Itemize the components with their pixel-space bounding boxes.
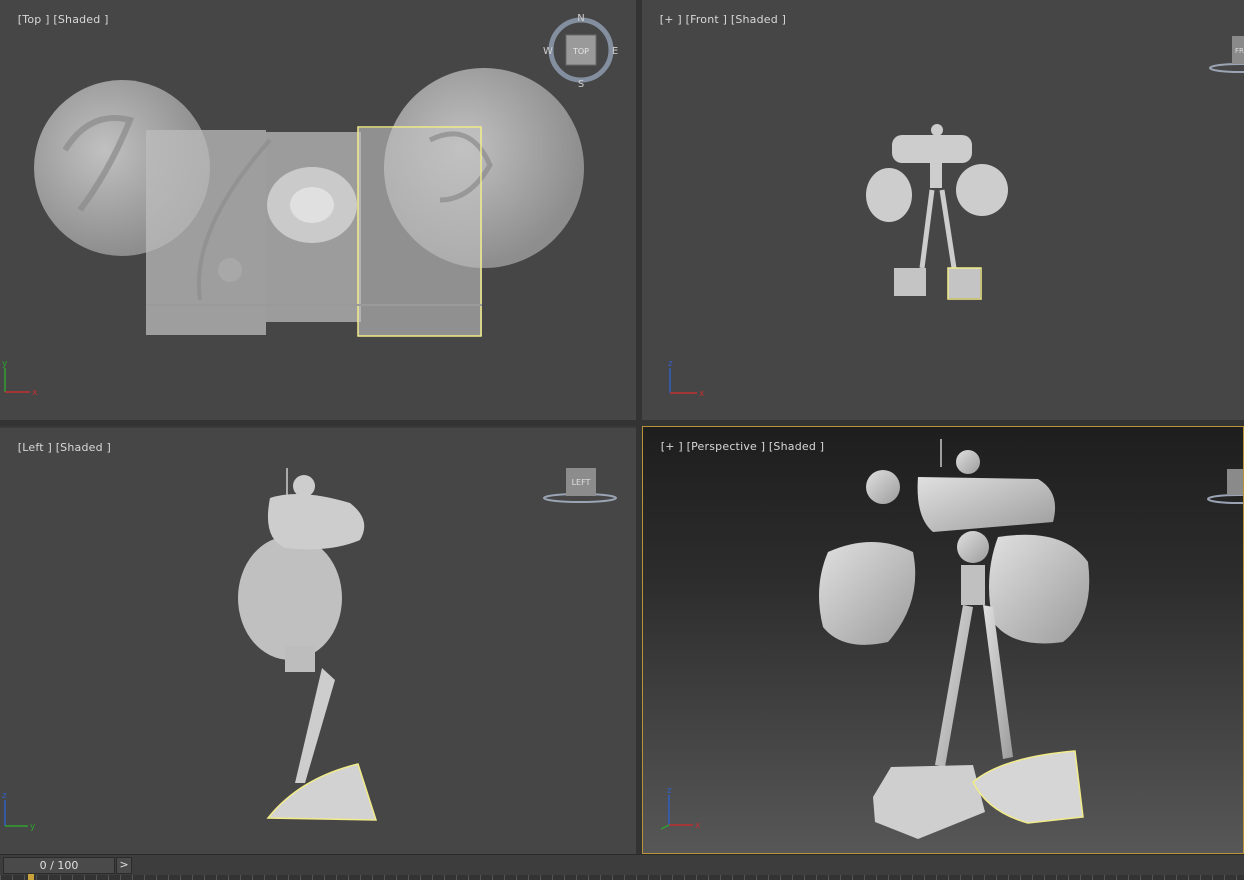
viewcube-persp-ring[interactable] xyxy=(1207,494,1243,504)
left-foot[interactable] xyxy=(268,764,376,820)
viewport-front-label-shading[interactable]: [Shaded ] xyxy=(731,13,786,26)
front-left-foot[interactable] xyxy=(894,268,926,296)
viewport-top-label[interactable]: [Top ] [Shaded ] xyxy=(3,0,109,39)
compass-north[interactable]: N xyxy=(577,13,584,24)
viewcube-left[interactable]: LEFT xyxy=(543,468,617,503)
front-right-arm[interactable] xyxy=(956,164,1008,216)
left-leg[interactable] xyxy=(295,668,335,783)
front-right-foot[interactable] xyxy=(948,268,980,298)
timeline-key-marker[interactable] xyxy=(28,874,34,880)
front-head[interactable] xyxy=(892,135,972,163)
front-model[interactable] xyxy=(866,124,1008,298)
viewport-front-label[interactable]: [+ ] [Front ] [Shaded ] xyxy=(645,0,786,39)
viewcube-front[interactable]: FR xyxy=(1209,36,1244,73)
timeline-bar: 0 / 100 > xyxy=(0,854,1244,880)
viewport-splitter-vertical[interactable] xyxy=(636,0,642,854)
viewport-persp-label-view[interactable]: [Perspective ] xyxy=(687,440,766,453)
viewport-persp-label-shading[interactable]: [Shaded ] xyxy=(769,440,824,453)
axis-gizmo-left: z y xyxy=(2,791,36,832)
perspective-view-canvas[interactable]: z x xyxy=(643,427,1243,853)
viewcube-front-ring[interactable] xyxy=(1209,63,1244,73)
compass-east[interactable]: E xyxy=(612,46,618,57)
head-dome-core xyxy=(290,187,334,223)
top-view-canvas[interactable]: TOP N S E W y x xyxy=(0,0,636,420)
axis-gizmo-perspective: z x xyxy=(660,786,701,831)
viewport-splitter-horizontal[interactable] xyxy=(0,420,1244,426)
persp-right-foot[interactable] xyxy=(973,751,1083,823)
persp-head[interactable] xyxy=(917,477,1056,532)
viewport-perspective[interactable]: z x [+ ] [Perspective ] [Shaded ] xyxy=(642,426,1244,854)
axis-gizmo-top: y x xyxy=(2,359,38,398)
viewport-front-label-menu[interactable]: [+ ] xyxy=(660,13,682,26)
compass-south[interactable]: S xyxy=(578,79,584,90)
viewport-top-label-view[interactable]: [Top ] xyxy=(18,13,50,26)
viewport-top[interactable]: TOP N S E W y x [Top ] [Shaded ] xyxy=(0,0,636,420)
viewport-left-label-shading[interactable]: [Shaded ] xyxy=(56,441,111,454)
viewport-left[interactable]: LEFT z y [Left ] [Shaded ] xyxy=(0,428,636,854)
axis-front-horizontal: x xyxy=(699,389,705,399)
perspective-model[interactable] xyxy=(819,439,1090,839)
axis-persp-horizontal: x xyxy=(695,821,701,831)
viewcube-front-label: FR xyxy=(1235,47,1244,55)
timeline-track[interactable] xyxy=(0,875,1244,880)
top-bolt xyxy=(218,258,242,282)
viewport-front-label-view[interactable]: [Front ] xyxy=(686,13,728,26)
axis-gizmo-front: z x xyxy=(668,359,705,399)
next-frame-button[interactable]: > xyxy=(116,857,132,874)
persp-left-arm-pod[interactable] xyxy=(819,542,916,645)
viewcube-perspective[interactable] xyxy=(1207,469,1243,504)
viewcube-left-label: LEFT xyxy=(572,478,591,487)
axis-left-horizontal: y xyxy=(30,822,36,832)
viewcube-top[interactable]: TOP N S E W xyxy=(543,13,618,90)
front-left-arm[interactable] xyxy=(866,168,912,222)
viewport-left-label[interactable]: [Left ] [Shaded ] xyxy=(3,428,111,467)
left-model[interactable] xyxy=(238,468,376,820)
persp-left-foot[interactable] xyxy=(873,765,985,839)
viewcube-face-persp[interactable] xyxy=(1227,469,1243,495)
axis-left-vertical: z xyxy=(2,791,7,801)
compass-west[interactable]: W xyxy=(543,46,553,57)
persp-right-arm-pod[interactable] xyxy=(989,534,1090,644)
left-head-top[interactable] xyxy=(293,475,315,497)
viewport-top-label-shading[interactable]: [Shaded ] xyxy=(53,13,108,26)
persp-head-top[interactable] xyxy=(956,450,980,474)
axis-top-vertical: y xyxy=(2,359,8,369)
viewport-left-label-view[interactable]: [Left ] xyxy=(18,441,52,454)
viewport-front[interactable]: FR z x [+ ] [Front ] [Shaded ] xyxy=(642,0,1244,420)
left-view-canvas[interactable]: LEFT z y xyxy=(0,428,636,854)
persp-left-leg[interactable] xyxy=(935,605,973,767)
axis-persp-vertical: z xyxy=(667,786,672,796)
persp-hand[interactable] xyxy=(866,470,900,504)
viewport-perspective-label[interactable]: [+ ] [Perspective ] [Shaded ] xyxy=(646,427,824,466)
viewport-persp-label-menu[interactable]: [+ ] xyxy=(661,440,683,453)
left-arm-pod[interactable] xyxy=(238,536,342,660)
viewcube-top-label: TOP xyxy=(572,47,589,56)
front-view-canvas[interactable]: FR z x xyxy=(642,0,1244,420)
time-slider[interactable]: 0 / 100 xyxy=(3,857,115,874)
axis-top-horizontal: x xyxy=(32,388,38,398)
axis-front-vertical: z xyxy=(668,359,673,369)
